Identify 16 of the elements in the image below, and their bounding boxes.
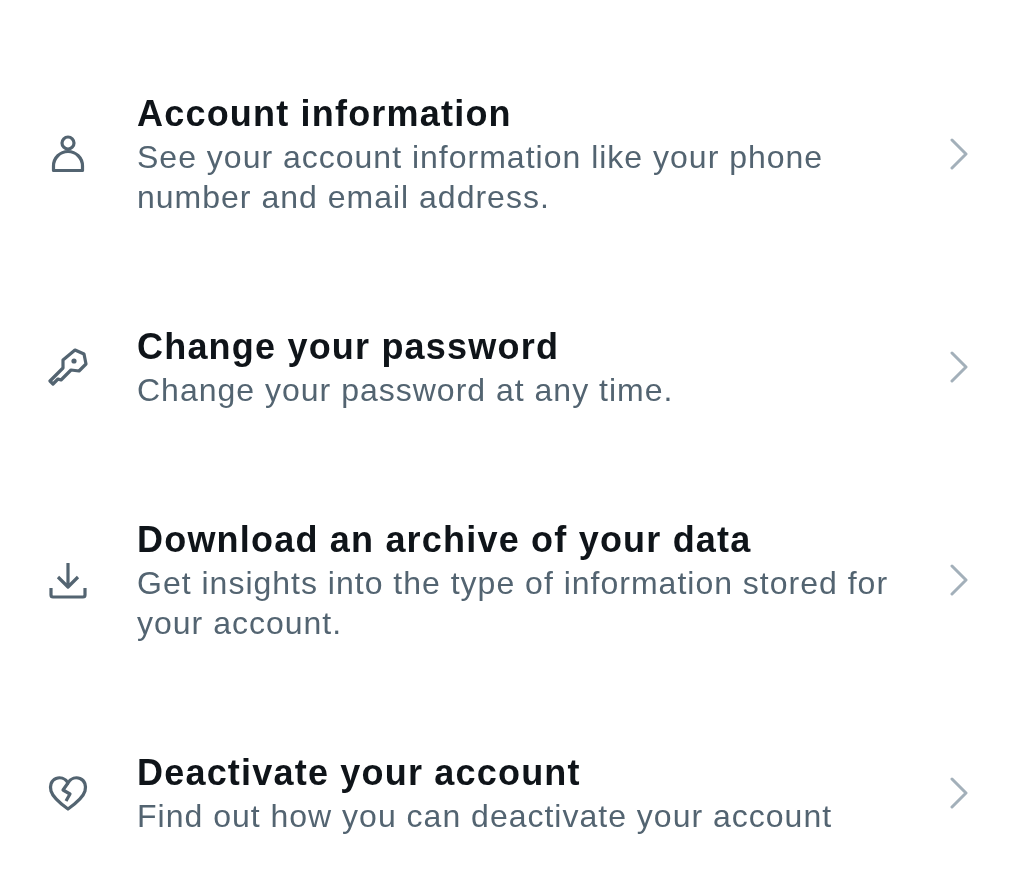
chevron-right-icon[interactable] [950,138,968,170]
key-icon [48,347,88,387]
setting-title: Account information [137,92,513,136]
setting-description: Get insights into the type of information stored for your account. [137,564,890,643]
setting-description: See your account information like your phone number and email address. [137,138,825,217]
broken-heart-icon [48,775,88,811]
setting-description: Find out how you can deactivate your account [137,797,834,836]
setting-description: Change your password at any time. [137,371,675,410]
chevron-right-icon[interactable] [950,564,968,596]
setting-title: Change your password [137,325,561,369]
chevron-right-icon[interactable] [950,351,968,383]
setting-title: Deactivate your account [137,751,582,795]
chevron-right-icon[interactable] [950,777,968,809]
download-icon [48,561,88,599]
setting-title: Download an archive of your data [137,518,753,562]
person-icon [50,135,86,173]
